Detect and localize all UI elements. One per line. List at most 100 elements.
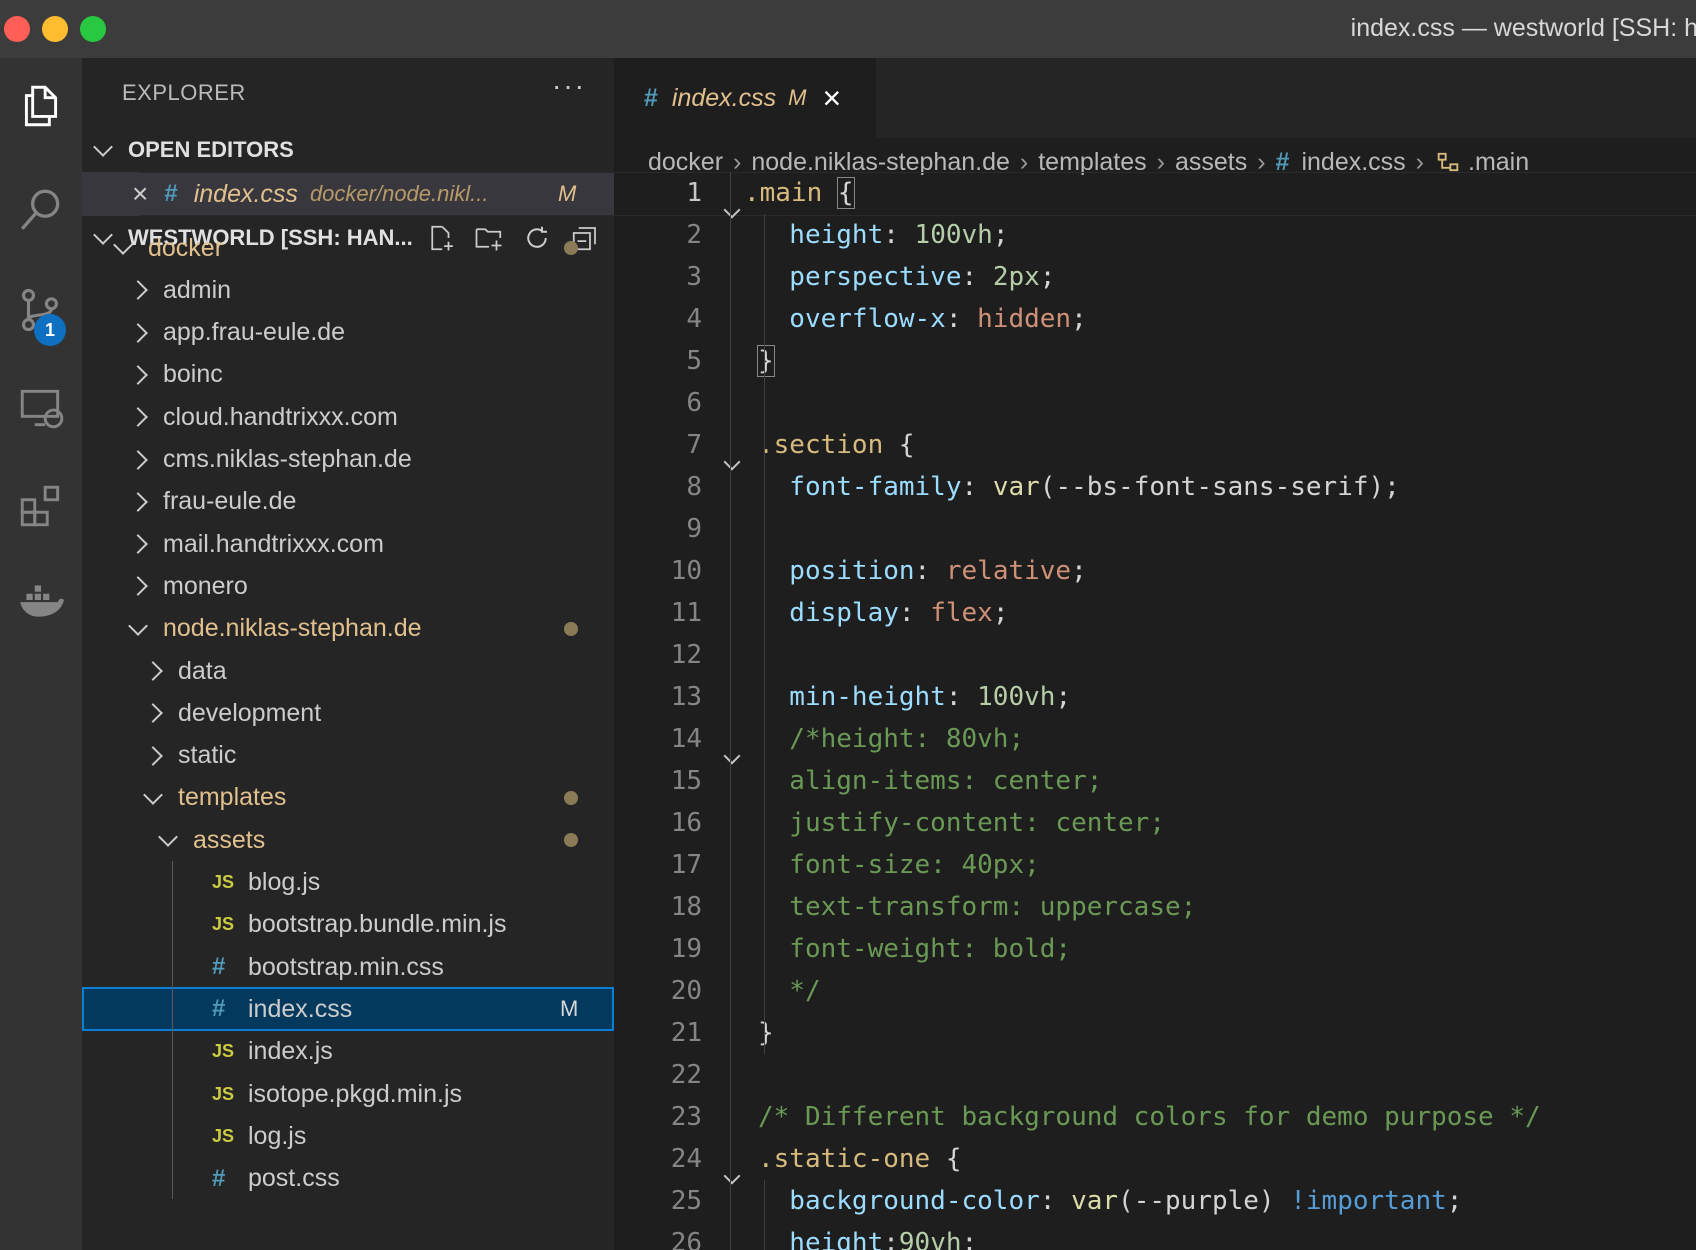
source-control-icon[interactable]: 1: [0, 270, 82, 350]
code-line: 22: [614, 1054, 1696, 1096]
search-icon[interactable]: [0, 170, 82, 250]
code-token: :: [883, 220, 915, 250]
code-line: 1 .main {: [614, 172, 1696, 219]
tree-item-admin[interactable]: admin: [82, 268, 614, 312]
tree-item-bootstrap-min-css[interactable]: # bootstrap.min.css: [82, 945, 614, 989]
line-number: 26: [670, 1228, 702, 1250]
code-token: height: [758, 1228, 884, 1250]
code-text: height:90vh;: [758, 1222, 977, 1250]
code-text: .main {: [744, 172, 855, 214]
code-token: :: [898, 598, 931, 628]
code-line: 14 /*height: 80vh;: [614, 718, 1696, 765]
tree-item-label: data: [178, 656, 227, 685]
code-text: background-color: var(--purple) !importa…: [758, 1180, 1462, 1222]
css-file-icon: #: [212, 1164, 226, 1192]
tree-item-isotope-pkgd-min-js[interactable]: JS isotope.pkgd.min.js: [82, 1072, 614, 1116]
zoom-window-button[interactable]: [80, 16, 106, 42]
tree-item-mail-handtrixxx-com[interactable]: mail.handtrixxx.com: [82, 522, 614, 566]
code-token: {: [883, 430, 915, 460]
code-token: ;: [1071, 556, 1087, 586]
indent-guide: [730, 172, 731, 1250]
more-actions-button[interactable]: ···: [552, 70, 586, 102]
code-line: 5}: [614, 340, 1696, 382]
code-token: :: [945, 304, 978, 334]
tree-item-label: bootstrap.bundle.min.js: [248, 910, 507, 939]
tree-item-cms-niklas-stephan-de[interactable]: cms.niklas-stephan.de: [82, 438, 614, 482]
code-text: .static-one {: [758, 1138, 962, 1180]
code-token: ;: [1071, 304, 1087, 334]
code-token: var: [1071, 1186, 1119, 1216]
code-token: ;: [992, 220, 1009, 250]
remote-explorer-icon[interactable]: [0, 368, 82, 448]
tree-item-blog-js[interactable]: JS blog.js: [82, 861, 614, 905]
code-token: ;: [961, 1228, 978, 1250]
code-text: justify-content: center;: [758, 802, 1165, 844]
chevron-right-icon: [128, 534, 148, 554]
extensions-icon[interactable]: [0, 466, 82, 546]
chevron-right-icon: [143, 661, 163, 681]
tree-item-cloud-handtrixxx-com[interactable]: cloud.handtrixxx.com: [82, 395, 614, 439]
code-token: relative: [945, 556, 1072, 586]
close-window-button[interactable]: [4, 16, 30, 42]
code-token: justify-content: center;: [758, 808, 1165, 838]
code-line: 3 perspective: 2px;: [614, 256, 1696, 298]
line-number: 25: [670, 1186, 702, 1216]
tree-item-monero[interactable]: monero: [82, 564, 614, 608]
code-token: {: [836, 177, 855, 209]
tree-item-label: mail.handtrixxx.com: [163, 529, 384, 558]
tree-item-label: index.js: [248, 1037, 333, 1066]
js-file-icon: JS: [212, 872, 235, 892]
code-text: font-weight: bold;: [758, 928, 1071, 970]
code-line: 9: [614, 508, 1696, 550]
close-tab-icon[interactable]: ×: [822, 80, 841, 117]
explorer-icon[interactable]: [0, 66, 82, 146]
tree-item-app-frau-eule-de[interactable]: app.frau-eule.de: [82, 311, 614, 355]
tree-item-bootstrap-bundle-min-js[interactable]: JS bootstrap.bundle.min.js: [82, 903, 614, 947]
code-token: font-family: [758, 472, 962, 502]
code-token: text-transform: uppercase;: [758, 892, 1197, 922]
code-token: display: [758, 598, 899, 628]
chevron-right-icon: [128, 491, 148, 512]
tree-item-index-css[interactable]: # index.css M: [82, 987, 614, 1032]
code-line: 25 background-color: var(--purple) !impo…: [614, 1180, 1696, 1222]
tree-item-boinc[interactable]: boinc: [82, 353, 614, 397]
line-number: 23: [670, 1102, 702, 1132]
tree-item-templates[interactable]: templates: [82, 776, 614, 820]
code-text: /* Different background colors for demo …: [758, 1096, 1541, 1138]
code-token: /*height: 80vh;: [758, 724, 1025, 754]
minimize-window-button[interactable]: [42, 16, 68, 42]
line-number: 17: [670, 850, 702, 880]
tree-item-static[interactable]: static: [82, 734, 614, 778]
chevron-right-icon: [128, 576, 148, 597]
js-file-icon: JS: [212, 1041, 235, 1062]
code-token: :: [883, 1228, 899, 1250]
code-token: ;: [1446, 1186, 1463, 1216]
chevron-down-icon: [113, 235, 133, 255]
tree-item-development[interactable]: development: [82, 691, 614, 735]
code-token: (--bs-font-sans-serif);: [1039, 472, 1400, 502]
tree-item-post-css[interactable]: # post.css: [82, 1157, 614, 1201]
code-token: 100vh: [914, 220, 993, 250]
code-token: .static-one: [758, 1144, 931, 1174]
css-file-icon: #: [212, 995, 226, 1023]
code-token: */: [758, 976, 821, 1006]
open-editors-section[interactable]: OPEN EDITORS: [82, 128, 614, 172]
tree-item-log-js[interactable]: JS log.js: [82, 1114, 614, 1158]
tree-item-data[interactable]: data: [82, 649, 614, 693]
code-editor[interactable]: 1 .main {2 height: 100vh; 3 perspective: 2…: [614, 172, 1696, 1250]
tree-item-assets[interactable]: assets: [82, 818, 614, 862]
code-token: flex: [930, 598, 993, 628]
chevron-down-icon: [143, 784, 163, 805]
docker-icon[interactable]: [0, 560, 82, 640]
tree-item-node-niklas-stephan-de[interactable]: node.niklas-stephan.de: [82, 607, 614, 651]
tab-status: M: [788, 85, 807, 110]
tree-item-frau-eule-de[interactable]: frau-eule.de: [82, 480, 614, 524]
tree-item-index-js[interactable]: JS index.js: [82, 1030, 614, 1074]
code-line: 20 */: [614, 970, 1696, 1012]
tree-item-docker[interactable]: docker: [82, 226, 614, 270]
line-number: 4: [686, 304, 702, 334]
tree-item-label: static: [178, 741, 237, 770]
tab-index-css[interactable]: # index.css M ×: [614, 58, 876, 138]
activity-bar: 1: [0, 58, 82, 1250]
line-number: 7: [686, 430, 702, 460]
